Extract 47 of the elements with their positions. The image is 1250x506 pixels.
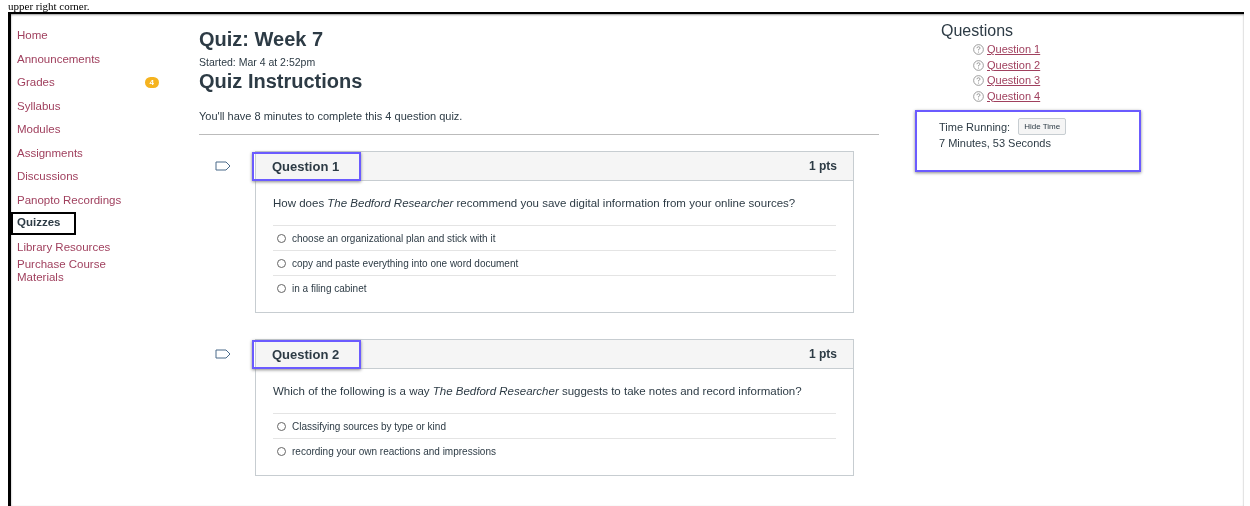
section-heading: Quiz Instructions: [199, 69, 364, 94]
nav-link[interactable]: Home: [17, 29, 48, 43]
count-badge: 4: [144, 77, 159, 89]
panel-heading: Questions: [941, 22, 1015, 40]
radio-button[interactable]: [277, 233, 286, 243]
radio-button[interactable]: [277, 283, 286, 293]
help-icon: [973, 75, 984, 87]
points-text: 1 pts: [809, 347, 837, 361]
help-icon: [973, 44, 984, 56]
bookmark-icon[interactable]: [215, 161, 231, 171]
radio-button[interactable]: [277, 446, 286, 456]
answer-label[interactable]: choose an organizational plan and stick with it: [292, 232, 496, 244]
nav-link[interactable]: Discussions: [17, 170, 79, 184]
answer-label[interactable]: in a filing cabinet: [292, 282, 367, 294]
help-icon: [973, 90, 984, 102]
nav-link[interactable]: Grades: [17, 76, 55, 90]
question-text: How does The Bedford Researcher recommend you save digital information from your online sources?: [273, 196, 797, 211]
quiz-title: Quiz: Week 7: [199, 27, 325, 52]
answer-label[interactable]: Classifying sources by type or kind: [292, 420, 446, 432]
nav-link[interactable]: Panopto Recordings: [17, 193, 122, 207]
timer-value: 7 Minutes, 53 Seconds: [939, 137, 1052, 149]
instructions-text: You'll have 8 minutes to complete this 4 question quiz.: [199, 110, 464, 122]
question-text: Which of the following is a way The Bedford Researcher suggests to take notes and record information?: [273, 384, 803, 399]
question-title: Question 1: [252, 151, 362, 181]
points-text: 1 pts: [809, 159, 837, 173]
caption-text: upper right corner.: [7, 0, 91, 12]
question-link[interactable]: Question 3: [973, 73, 1141, 89]
question-title: Question 2: [252, 339, 362, 369]
question-link[interactable]: Question 1: [973, 42, 1141, 58]
bookmark-icon[interactable]: [215, 349, 231, 359]
question-link[interactable]: Question 2: [973, 57, 1141, 73]
nav-link[interactable]: Announcements: [17, 52, 101, 66]
hide-time-button[interactable]: Hide Time: [1018, 118, 1067, 135]
help-icon: [973, 59, 984, 71]
nav-link[interactable]: Syllabus: [17, 99, 61, 113]
radio-button[interactable]: [277, 258, 286, 268]
answer-label[interactable]: copy and paste everything into one word document: [292, 257, 519, 269]
answer-label[interactable]: recording your own reactions and impressions: [292, 445, 496, 457]
started-text: Started: Mar 4 at 2:52pm: [199, 56, 317, 68]
nav-link[interactable]: Quizzes: [11, 212, 77, 236]
nav-link[interactable]: Purchase Course Materials: [17, 257, 127, 284]
nav-link[interactable]: Library Resources: [17, 240, 111, 254]
timer-label: Time Running:: [939, 120, 1011, 133]
nav-link[interactable]: Assignments: [17, 146, 83, 160]
nav-link[interactable]: Modules: [17, 123, 61, 137]
question-link[interactable]: Question 4: [973, 88, 1141, 104]
radio-button[interactable]: [277, 421, 286, 431]
